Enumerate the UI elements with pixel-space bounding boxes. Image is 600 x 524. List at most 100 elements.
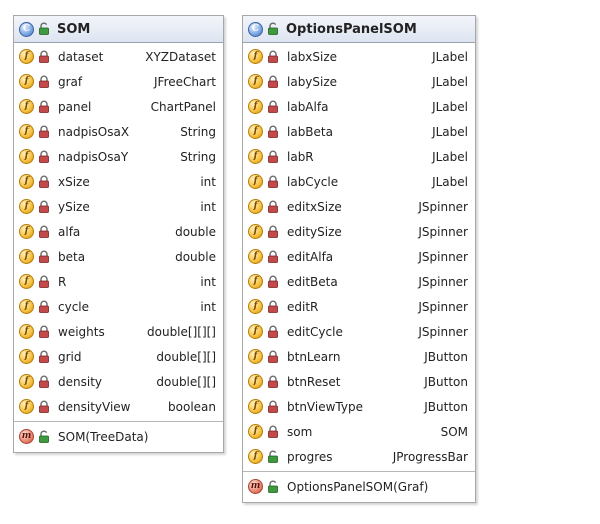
field-type: double[][] [156, 374, 216, 389]
private-lock-icon [267, 400, 281, 414]
field-name: editBeta [287, 274, 338, 289]
private-lock-icon [267, 175, 281, 189]
method-row: m SOM(TreeData) [14, 424, 223, 449]
private-lock-icon [38, 250, 52, 264]
method-row: m OptionsPanelSOM(Graf) [243, 474, 475, 499]
field-type: JSpinner [418, 199, 468, 214]
som-class-header: C SOM [14, 16, 223, 43]
field-icon: f [248, 99, 263, 114]
method-icon: m [248, 479, 263, 494]
field-row: f nadpisOsaX String [14, 119, 223, 144]
som-class-box: C SOM f dataset XYZDataset f graf JFreeChart f… [13, 15, 224, 453]
private-lock-icon [267, 350, 281, 364]
field-name: editR [287, 299, 319, 314]
field-name: density [58, 374, 102, 389]
field-icon: f [19, 299, 34, 314]
field-type: JLabel [432, 74, 468, 89]
class-icon: C [19, 21, 34, 37]
field-type: int [200, 274, 216, 289]
field-icon: f [19, 149, 34, 164]
field-name: labCycle [287, 174, 339, 189]
field-type: JSpinner [418, 274, 468, 289]
field-row: f dataset XYZDataset [14, 44, 223, 69]
field-row: f nadpisOsaY String [14, 144, 223, 169]
field-icon: f [248, 74, 263, 89]
field-row: f labxSize JLabel [243, 44, 475, 69]
field-icon: f [248, 274, 263, 289]
field-icon: f [19, 99, 34, 114]
field-name: labAlfa [287, 99, 329, 114]
private-lock-icon [38, 50, 52, 64]
field-name: editySize [287, 224, 342, 239]
field-icon: f [248, 149, 263, 164]
field-icon: f [248, 424, 263, 439]
field-icon: f [19, 249, 34, 264]
field-type: JSpinner [418, 299, 468, 314]
field-row: f editCycle JSpinner [243, 319, 475, 344]
field-row: f cycle int [14, 294, 223, 319]
field-row: f labR JLabel [243, 144, 475, 169]
optionspanelsom-class-header: C OptionsPanelSOM [243, 16, 475, 43]
field-row: f grid double[][] [14, 344, 223, 369]
field-icon: f [248, 349, 263, 364]
field-type: int [200, 199, 216, 214]
optionspanelsom-fields: f labxSize JLabel f labySize JLabel f labAlfa JL… [243, 43, 475, 471]
class-name: OptionsPanelSOM [286, 21, 417, 37]
field-name: xSize [58, 174, 90, 189]
private-lock-icon [38, 75, 52, 89]
private-lock-icon [38, 300, 52, 314]
field-icon: f [248, 449, 263, 464]
field-icon: f [19, 274, 34, 289]
field-icon: f [248, 224, 263, 239]
field-icon: f [19, 224, 34, 239]
field-type: JFreeChart [154, 74, 216, 89]
field-icon: f [19, 399, 34, 414]
field-row: f densityView boolean [14, 394, 223, 419]
private-lock-icon [267, 375, 281, 389]
field-row: f graf JFreeChart [14, 69, 223, 94]
field-row: f ySize int [14, 194, 223, 219]
field-icon: f [19, 124, 34, 139]
field-row: f btnLearn JButton [243, 344, 475, 369]
field-icon: f [19, 374, 34, 389]
private-lock-icon [38, 100, 52, 114]
field-row: f labCycle JLabel [243, 169, 475, 194]
field-name: labxSize [287, 49, 338, 64]
field-name: dataset [58, 49, 104, 64]
field-row: f xSize int [14, 169, 223, 194]
field-row: f Rint [14, 269, 223, 294]
private-lock-icon [267, 150, 281, 164]
private-lock-icon [267, 125, 281, 139]
field-icon: f [248, 374, 263, 389]
field-name: editxSize [287, 199, 342, 214]
field-row: f editBeta JSpinner [243, 269, 475, 294]
field-row: f labySize JLabel [243, 69, 475, 94]
field-row: f btnViewType JButton [243, 394, 475, 419]
public-lock-icon [267, 480, 281, 494]
class-name: SOM [57, 21, 91, 37]
private-lock-icon [267, 425, 281, 439]
private-lock-icon [38, 400, 52, 414]
field-name: labBeta [287, 124, 333, 139]
field-type: double [175, 249, 216, 264]
public-lock-icon [38, 22, 52, 36]
field-row: f som SOM [243, 419, 475, 444]
field-type: int [200, 299, 216, 314]
field-icon: f [19, 199, 34, 214]
class-icon: C [248, 21, 263, 37]
public-lock-icon [267, 450, 281, 464]
optionspanelsom-methods: m OptionsPanelSOM(Graf) [243, 471, 475, 502]
field-type: JSpinner [418, 224, 468, 239]
private-lock-icon [38, 175, 52, 189]
private-lock-icon [38, 325, 52, 339]
method-icon: m [19, 429, 34, 444]
field-type: JLabel [432, 124, 468, 139]
field-row: f editR JSpinner [243, 294, 475, 319]
field-type: JButton [424, 399, 468, 414]
public-lock-icon [267, 22, 281, 36]
private-lock-icon [267, 75, 281, 89]
method-signature: OptionsPanelSOM(Graf) [287, 479, 429, 494]
field-type: JSpinner [418, 324, 468, 339]
field-name: nadpisOsaX [58, 124, 130, 139]
field-name: panel [58, 99, 92, 114]
